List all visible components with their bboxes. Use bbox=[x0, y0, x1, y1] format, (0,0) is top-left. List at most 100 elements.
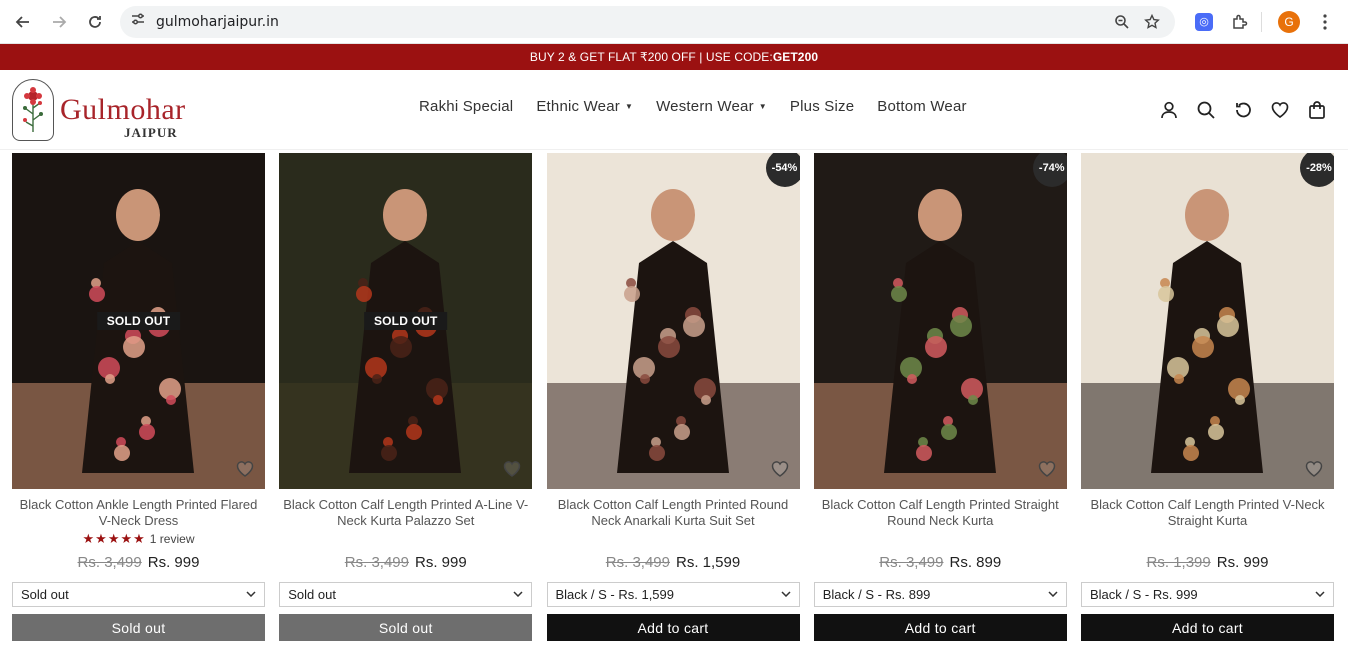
compare-at-price: Rs. 3,499 bbox=[77, 554, 142, 571]
main-navigation: Rakhi Special Ethnic Wear ▼ Western Wear ▼… bbox=[419, 98, 990, 115]
product-price: Rs. 3,499 Rs. 899 bbox=[814, 554, 1067, 572]
url-text[interactable]: gulmoharjaipur.in bbox=[156, 14, 1105, 30]
product-image[interactable]: SOLD OUT bbox=[12, 153, 265, 489]
variant-selected-value: Black / S - Rs. 1,599 bbox=[555, 587, 675, 602]
browser-menu-icon[interactable] bbox=[1310, 7, 1340, 37]
nav-bottom-wear[interactable]: Bottom Wear bbox=[877, 98, 966, 115]
gulmohar-flower-logo-icon bbox=[12, 78, 54, 141]
product-image[interactable]: -74% bbox=[813, 153, 1067, 489]
variant-selected-value: Sold out bbox=[288, 587, 336, 602]
caret-down-icon: ▼ bbox=[624, 102, 634, 111]
brand-logo[interactable]: Gulmohar JAIPUR bbox=[12, 78, 186, 141]
header-actions bbox=[1143, 99, 1328, 121]
compare-at-price: Rs. 3,499 bbox=[605, 554, 670, 571]
bookmark-star-icon[interactable] bbox=[1139, 9, 1165, 35]
variant-select[interactable]: Black / S - Rs. 899 bbox=[813, 582, 1067, 607]
account-icon[interactable] bbox=[1158, 99, 1180, 121]
variant-select[interactable]: Black / S - Rs. 1,599 bbox=[546, 582, 800, 607]
sale-price: Rs. 999 bbox=[415, 554, 467, 571]
add-to-cart-button[interactable]: Add to cart bbox=[1081, 614, 1334, 641]
recently-viewed-icon[interactable] bbox=[1232, 99, 1254, 121]
nav-rakhi-special[interactable]: Rakhi Special bbox=[419, 98, 513, 115]
chevron-down-icon bbox=[780, 589, 791, 600]
product-title[interactable]: Black Cotton Calf Length Printed V-Neck … bbox=[1081, 497, 1334, 529]
extensions-puzzle-icon[interactable] bbox=[1225, 7, 1255, 37]
sold-out-badge: SOLD OUT bbox=[363, 312, 448, 330]
product-price: Rs. 3,499 Rs. 1,599 bbox=[547, 554, 800, 572]
search-icon[interactable] bbox=[1195, 99, 1217, 121]
product-photo bbox=[1081, 153, 1334, 489]
add-to-cart-button[interactable]: Sold out bbox=[279, 614, 533, 641]
compare-at-price: Rs. 3,499 bbox=[344, 554, 409, 571]
address-bar[interactable]: gulmoharjaipur.in bbox=[120, 5, 1175, 38]
product-grid: SOLD OUT Black Cotton Ankle Length Print… bbox=[12, 153, 1334, 641]
nav-western-wear[interactable]: Western Wear ▼ bbox=[656, 98, 767, 115]
announcement-text: BUY 2 & GET FLAT ₹200 OFF | USE CODE: bbox=[529, 50, 773, 64]
toolbar-divider bbox=[1261, 11, 1262, 32]
product-price: Rs. 3,499 Rs. 999 bbox=[12, 554, 265, 572]
site-header: Gulmohar JAIPUR Rakhi Special Ethnic Wea… bbox=[0, 70, 1348, 150]
sale-price: Rs. 999 bbox=[1216, 554, 1269, 571]
compare-at-price: Rs. 3,499 bbox=[879, 554, 944, 571]
back-icon[interactable] bbox=[8, 7, 38, 37]
add-to-wishlist-heart-icon[interactable] bbox=[770, 459, 790, 479]
product-card-4: -74% Black Cotton Calf Length Printed St… bbox=[813, 153, 1067, 641]
brand-city: JAIPUR bbox=[123, 124, 178, 140]
add-to-cart-button[interactable]: Sold out bbox=[12, 614, 265, 641]
add-to-cart-button[interactable]: Add to cart bbox=[546, 614, 800, 641]
chevron-down-icon bbox=[246, 589, 256, 600]
sale-price: Rs. 899 bbox=[949, 554, 1002, 571]
discount-badge: -28% bbox=[1300, 153, 1334, 187]
add-to-wishlist-heart-icon[interactable] bbox=[1304, 459, 1324, 479]
product-rating: ★★★★★ 1 review bbox=[12, 531, 265, 546]
promo-code: GET200 bbox=[772, 50, 819, 64]
announcement-bar: BUY 2 & GET FLAT ₹200 OFF | USE CODE: GE… bbox=[0, 44, 1348, 70]
product-price: Rs. 3,499 Rs. 999 bbox=[279, 554, 532, 572]
product-card-5: -28% Black Cotton Calf Length Printed V-… bbox=[1081, 153, 1334, 641]
variant-selected-value: Sold out bbox=[21, 587, 69, 602]
nav-plus-size[interactable]: Plus Size bbox=[790, 98, 854, 115]
compare-at-price: Rs. 1,399 bbox=[1146, 554, 1211, 571]
review-count[interactable]: 1 review bbox=[150, 532, 195, 546]
nav-ethnic-wear[interactable]: Ethnic Wear ▼ bbox=[536, 98, 633, 115]
chevron-down-icon bbox=[1315, 589, 1325, 600]
add-to-wishlist-heart-icon[interactable] bbox=[502, 459, 522, 479]
product-title[interactable]: Black Cotton Calf Length Printed Straigh… bbox=[814, 497, 1067, 529]
caret-down-icon: ▼ bbox=[758, 102, 767, 111]
variant-select[interactable]: Sold out bbox=[12, 582, 265, 607]
extension-lens-icon[interactable]: ◎ bbox=[1189, 7, 1219, 37]
sold-out-badge: SOLD OUT bbox=[96, 312, 181, 330]
reload-icon[interactable] bbox=[80, 7, 110, 37]
forward-icon[interactable] bbox=[44, 7, 74, 37]
profile-avatar[interactable]: G bbox=[1274, 7, 1304, 37]
product-price: Rs. 1,399 Rs. 999 bbox=[1081, 554, 1334, 572]
rating-stars-icon: ★★★★★ bbox=[82, 531, 146, 546]
product-title[interactable]: Black Cotton Calf Length Printed A-Line … bbox=[279, 497, 532, 529]
add-to-cart-button[interactable]: Add to cart bbox=[813, 614, 1067, 641]
product-card-1: SOLD OUT Black Cotton Ankle Length Print… bbox=[12, 153, 265, 641]
chevron-down-icon bbox=[1048, 589, 1058, 600]
cart-bag-icon[interactable] bbox=[1306, 99, 1328, 121]
product-card-2: SOLD OUT Black Cotton Calf Length Printe… bbox=[279, 153, 533, 641]
variant-selected-value: Black / S - Rs. 899 bbox=[822, 587, 931, 602]
site-settings-icon[interactable] bbox=[130, 11, 146, 32]
variant-select[interactable]: Black / S - Rs. 999 bbox=[1081, 582, 1334, 607]
chevron-down-icon bbox=[513, 589, 523, 600]
product-photo bbox=[813, 153, 1067, 489]
add-to-wishlist-heart-icon[interactable] bbox=[235, 459, 255, 479]
product-image[interactable]: -28% bbox=[1081, 153, 1334, 489]
variant-selected-value: Black / S - Rs. 999 bbox=[1090, 587, 1198, 602]
product-title[interactable]: Black Cotton Ankle Length Printed Flared… bbox=[12, 497, 265, 529]
variant-select[interactable]: Sold out bbox=[279, 582, 533, 607]
brand-name: Gulmohar bbox=[60, 92, 186, 126]
product-card-3: -54% Black Cotton Calf Length Printed Ro… bbox=[546, 153, 800, 641]
zoom-icon[interactable] bbox=[1109, 9, 1135, 35]
product-image[interactable]: SOLD OUT bbox=[279, 153, 533, 489]
wishlist-heart-icon[interactable] bbox=[1269, 99, 1291, 121]
sale-price: Rs. 999 bbox=[147, 554, 200, 571]
product-image[interactable]: -54% bbox=[546, 153, 800, 489]
product-photo bbox=[546, 153, 800, 489]
add-to-wishlist-heart-icon[interactable] bbox=[1037, 459, 1057, 479]
sale-price: Rs. 1,599 bbox=[676, 554, 741, 571]
product-title[interactable]: Black Cotton Calf Length Printed Round N… bbox=[547, 497, 800, 529]
